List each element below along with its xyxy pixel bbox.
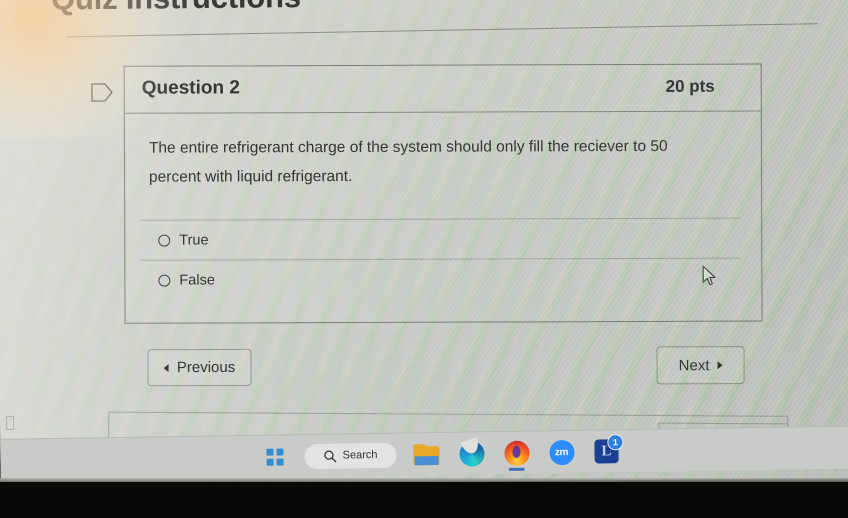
taskbar-zoom[interactable]: zm xyxy=(546,437,576,467)
windows-logo-icon xyxy=(265,447,284,466)
triangle-left-icon xyxy=(163,363,169,372)
monitor-bezel xyxy=(0,482,848,518)
photo-of-monitor: Quiz Instructions Question 2 20 pts The … xyxy=(0,0,848,518)
title-divider xyxy=(66,23,819,38)
notification-badge: 1 xyxy=(607,434,624,451)
monitor-screen: Quiz Instructions Question 2 20 pts The … xyxy=(0,0,848,486)
l-app-icon: L 1 xyxy=(594,434,624,464)
taskbar-file-explorer[interactable] xyxy=(411,439,441,469)
radio-button-true[interactable] xyxy=(158,234,171,247)
taskbar-l-app[interactable]: L 1 xyxy=(591,434,624,466)
taskbar-microsoft-edge[interactable] xyxy=(456,438,486,468)
previous-button[interactable]: Previous xyxy=(147,348,252,387)
answer-label-false: False xyxy=(179,271,215,289)
question-body: The entire refrigerant charge of the sys… xyxy=(125,112,761,192)
flag-outline-icon[interactable] xyxy=(91,83,113,102)
zoom-icon: zm xyxy=(548,439,575,465)
edge-icon xyxy=(458,440,485,467)
page-title: Quiz Instructions xyxy=(51,0,301,17)
search-label: Search xyxy=(342,448,378,462)
previous-button-label: Previous xyxy=(176,358,236,377)
triangle-right-icon xyxy=(717,361,723,370)
firefox-icon xyxy=(503,440,530,466)
question-card: Question 2 20 pts The entire refrigerant… xyxy=(123,63,763,324)
folder-icon xyxy=(413,443,440,465)
answer-option-true[interactable]: True xyxy=(140,217,741,260)
next-button[interactable]: Next xyxy=(656,346,745,385)
search-box[interactable]: Search xyxy=(304,442,397,469)
answer-label-true: True xyxy=(179,231,209,249)
question-points: 20 pts xyxy=(665,76,715,96)
question-header: Question 2 20 pts xyxy=(124,64,761,114)
left-edge-marker xyxy=(6,415,15,430)
next-button-label: Next xyxy=(678,356,710,374)
question-text: The entire refrigerant charge of the sys… xyxy=(148,137,668,186)
taskbar-firefox[interactable] xyxy=(501,438,531,468)
question-label: Question 2 xyxy=(141,77,240,99)
start-button[interactable] xyxy=(259,441,289,471)
search-icon xyxy=(324,450,337,462)
answer-options: True False xyxy=(140,217,741,300)
quiz-page: Quiz Instructions Question 2 20 pts The … xyxy=(0,0,848,486)
radio-button-false[interactable] xyxy=(158,274,171,287)
answer-option-false[interactable]: False xyxy=(140,257,741,300)
